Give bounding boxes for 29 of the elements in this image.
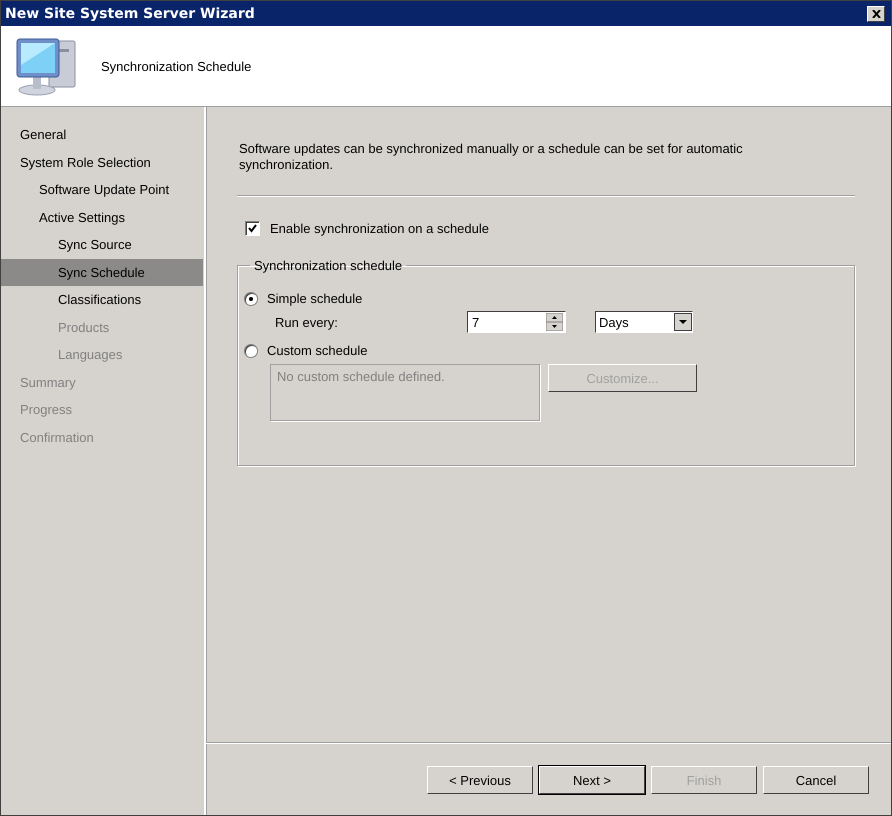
caret-icon: [674, 313, 692, 331]
sidebar-item[interactable]: System Role Selection: [1, 148, 203, 176]
field-label: Run every:: [275, 314, 339, 330]
number-field[interactable]: 7: [467, 311, 566, 333]
unit-dropdown[interactable]: Days: [595, 311, 693, 333]
wizard-button[interactable]: Cancel: [763, 766, 869, 794]
page-title: Synchronization Schedule: [101, 58, 252, 74]
sidebar-item[interactable]: Active Settings: [1, 204, 203, 231]
window-title: New Site System Server Wizard: [5, 6, 255, 22]
radio-label: Custom schedule: [267, 343, 368, 358]
close-icon: [872, 10, 880, 18]
sidebar-item[interactable]: Sync Schedule: [1, 258, 203, 286]
radio-label: Simple schedule: [267, 291, 362, 306]
checkbox[interactable]: [245, 221, 260, 236]
spinner-icon: [546, 313, 563, 331]
sidebar-item[interactable]: Sync Source: [1, 231, 203, 258]
schedule-summary: No custom schedule defined.: [270, 364, 540, 421]
close-button[interactable]: [867, 6, 885, 22]
checkbox-label: Enable synchronization on a schedule: [270, 221, 489, 236]
intro-text: Software updates can be synchronized manually or a schedule can be set for automatic synchronization.: [239, 141, 744, 173]
wizard-button[interactable]: Next >: [539, 766, 645, 794]
sidebar-item[interactable]: General: [1, 121, 203, 148]
check-icon: [248, 224, 257, 233]
radio-button[interactable]: [244, 292, 258, 306]
sidebar-item[interactable]: Classifications: [1, 286, 203, 314]
group-title: Synchronization schedule: [253, 258, 404, 273]
sidebar-item[interactable]: Software Update Point: [1, 176, 203, 204]
wizard-button[interactable]: < Previous: [427, 766, 533, 794]
radio-button[interactable]: [244, 344, 258, 358]
